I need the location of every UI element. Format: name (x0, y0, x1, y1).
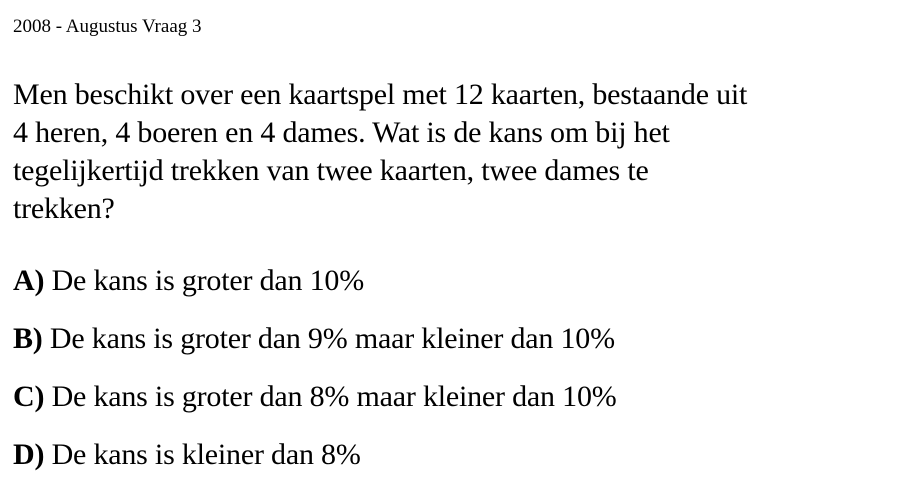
question-text: Men beschikt over een kaartspel met 12 k… (13, 76, 897, 228)
answer-option-b: B) De kans is groter dan 9% maar kleiner… (13, 320, 615, 358)
option-text: De kans is groter dan 9% maar kleiner da… (42, 322, 615, 355)
question-line: tegelijkertijd trekken van twee kaarten,… (13, 154, 649, 187)
option-letter: C) (13, 380, 45, 413)
option-letter: D) (13, 438, 45, 471)
answer-option-c: C) De kans is groter dan 8% maar kleiner… (13, 378, 617, 416)
option-letter: B) (13, 322, 43, 355)
question-line: trekken? (13, 192, 115, 225)
question-header: 2008 - Augustus Vraag 3 (13, 16, 202, 37)
option-letter: A) (13, 264, 45, 297)
option-text: De kans is kleiner dan 8% (44, 438, 361, 471)
document-page: 2008 - Augustus Vraag 3 Men beschikt ove… (0, 0, 904, 490)
option-text: De kans is groter dan 10% (44, 264, 365, 297)
question-line: Men beschikt over een kaartspel met 12 k… (13, 78, 748, 111)
answer-option-d: D) De kans is kleiner dan 8% (13, 436, 361, 474)
question-line: 4 heren, 4 boeren en 4 dames. Wat is de … (13, 116, 670, 149)
answer-option-a: A) De kans is groter dan 10% (13, 262, 364, 300)
option-text: De kans is groter dan 8% maar kleiner da… (44, 380, 617, 413)
